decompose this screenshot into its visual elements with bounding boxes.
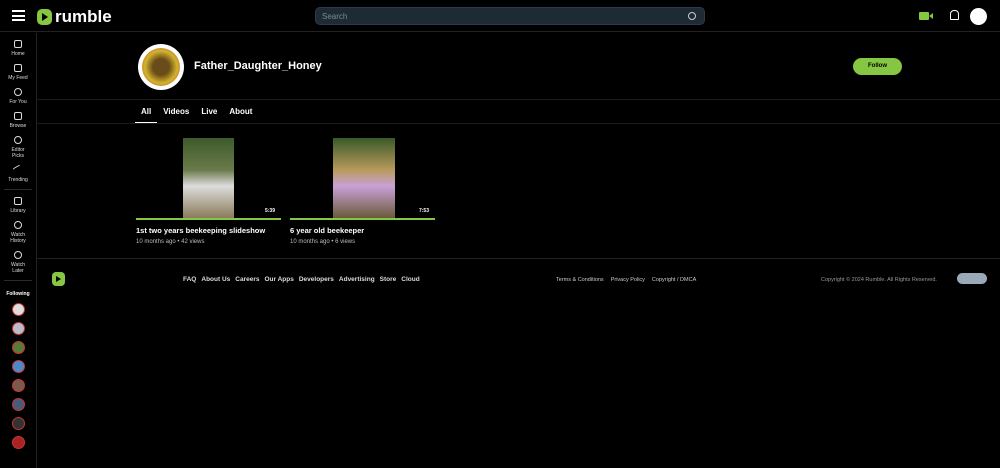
following-channel-avatar[interactable] <box>11 379 25 392</box>
follow-button[interactable]: Follow <box>853 58 902 75</box>
divider <box>37 123 1000 124</box>
terms-link[interactable]: Terms & Conditions <box>556 277 604 283</box>
copyright: Copyright © 2024 Rumble. All Rights Rese… <box>821 277 937 283</box>
browse-icon <box>14 112 22 120</box>
following-channel-avatar[interactable] <box>11 398 25 411</box>
following-channel-avatar[interactable] <box>11 303 25 316</box>
search-placeholder: Search <box>322 12 348 21</box>
label: My Feed <box>8 75 28 81</box>
video-title[interactable]: 6 year old beekeeper <box>290 226 435 235</box>
video-card[interactable]: 7:53 6 year old beekeeper 10 months ago … <box>290 138 435 245</box>
logo-text: rumble <box>55 7 112 26</box>
home-icon <box>14 40 22 48</box>
tab-live[interactable]: Live <box>195 100 223 123</box>
label: Library <box>10 208 26 214</box>
top-bar: rumble Search <box>0 0 1000 32</box>
footer-legal: Terms & Conditions Privacy Policy Copyri… <box>556 277 696 283</box>
accessibility-icon[interactable] <box>957 273 987 284</box>
label: For You <box>9 99 27 105</box>
video-thumbnail[interactable]: 5:39 <box>136 138 281 218</box>
label: Editor Picks <box>11 147 25 159</box>
progress-bar <box>290 218 435 220</box>
channel-name: Father_Daughter_Honey <box>194 60 322 72</box>
award-icon <box>14 136 22 144</box>
label: Watch History <box>10 232 26 244</box>
logo-play-icon <box>37 9 52 25</box>
for-you-icon <box>14 88 22 96</box>
progress-bar <box>136 218 281 220</box>
search-icon[interactable] <box>688 12 696 20</box>
footer-link-advertising[interactable]: Advertising <box>339 276 375 283</box>
user-avatar[interactable] <box>970 8 987 25</box>
sidebar-item-watch-later[interactable]: Watch Later <box>0 251 36 274</box>
channel-header: Father_Daughter_Honey Follow <box>37 33 1000 100</box>
label: Home <box>11 51 25 57</box>
footer-link-careers[interactable]: Careers <box>235 276 259 283</box>
channel-avatar <box>138 44 184 90</box>
video-meta: 10 months ago • 6 views <box>290 239 356 245</box>
tab-videos[interactable]: Videos <box>157 100 195 123</box>
video-card[interactable]: 5:39 1st two years beekeeping slideshow … <box>136 138 281 245</box>
following-channel-avatar[interactable] <box>11 436 25 449</box>
video-meta: 10 months ago • 42 views <box>136 239 205 245</box>
label: Watch Later <box>11 262 25 274</box>
divider <box>4 280 32 281</box>
footer-link-apps[interactable]: Our Apps <box>264 276 293 283</box>
sidebar-item-trending[interactable]: Trending <box>0 164 36 183</box>
footer-link-cloud[interactable]: Cloud <box>401 276 419 283</box>
sidebar-item-for-you[interactable]: For You <box>0 88 36 105</box>
divider <box>4 189 32 190</box>
video-thumbnail[interactable]: 7:53 <box>290 138 435 218</box>
rumble-logo[interactable]: rumble <box>37 7 112 27</box>
sidebar-item-browse[interactable]: Browse <box>0 112 36 129</box>
trending-icon <box>12 164 24 176</box>
sidebar-item-watch-history[interactable]: Watch History <box>0 221 36 244</box>
following-channel-avatar[interactable] <box>11 341 25 354</box>
footer-links: FAQ About Us Careers Our Apps Developers… <box>183 276 420 283</box>
upload-video-icon[interactable] <box>919 12 933 20</box>
search-input[interactable]: Search <box>315 7 705 25</box>
following-channel-avatar[interactable] <box>11 322 25 335</box>
feed-icon <box>14 64 22 72</box>
footer-link-store[interactable]: Store <box>380 276 397 283</box>
label: Browse <box>9 123 27 129</box>
sidebar: Home My Feed For You Browse Editor Picks… <box>0 33 37 468</box>
menu-icon[interactable] <box>12 10 25 21</box>
library-icon <box>14 197 22 205</box>
tab-all[interactable]: All <box>135 100 158 123</box>
sidebar-item-library[interactable]: Library <box>0 197 36 214</box>
footer-link-about[interactable]: About Us <box>201 276 230 283</box>
sidebar-item-editor-picks[interactable]: Editor Picks <box>0 136 36 159</box>
following-channel-avatar[interactable] <box>11 417 25 430</box>
following-channel-avatar[interactable] <box>11 360 25 373</box>
history-icon <box>14 221 22 229</box>
footer-link-developers[interactable]: Developers <box>299 276 334 283</box>
footer-divider <box>37 258 1000 259</box>
following-heading: Following <box>6 291 30 297</box>
channel-tabs: All Videos Live About <box>135 100 258 123</box>
clock-icon <box>14 251 22 259</box>
tab-about[interactable]: About <box>223 100 258 123</box>
footer-link-faq[interactable]: FAQ <box>183 276 196 283</box>
video-duration: 5:39 <box>264 208 275 214</box>
sidebar-item-my-feed[interactable]: My Feed <box>0 64 36 81</box>
video-duration: 7:53 <box>418 208 429 214</box>
notifications-icon[interactable] <box>950 10 959 20</box>
footer-logo-icon[interactable] <box>52 272 65 286</box>
label: Trending <box>8 177 28 183</box>
video-title[interactable]: 1st two years beekeeping slideshow <box>136 226 281 235</box>
dmca-link[interactable]: Copyright / DMCA <box>652 277 696 283</box>
privacy-link[interactable]: Privacy Policy <box>611 277 645 283</box>
sidebar-item-home[interactable]: Home <box>0 40 36 57</box>
